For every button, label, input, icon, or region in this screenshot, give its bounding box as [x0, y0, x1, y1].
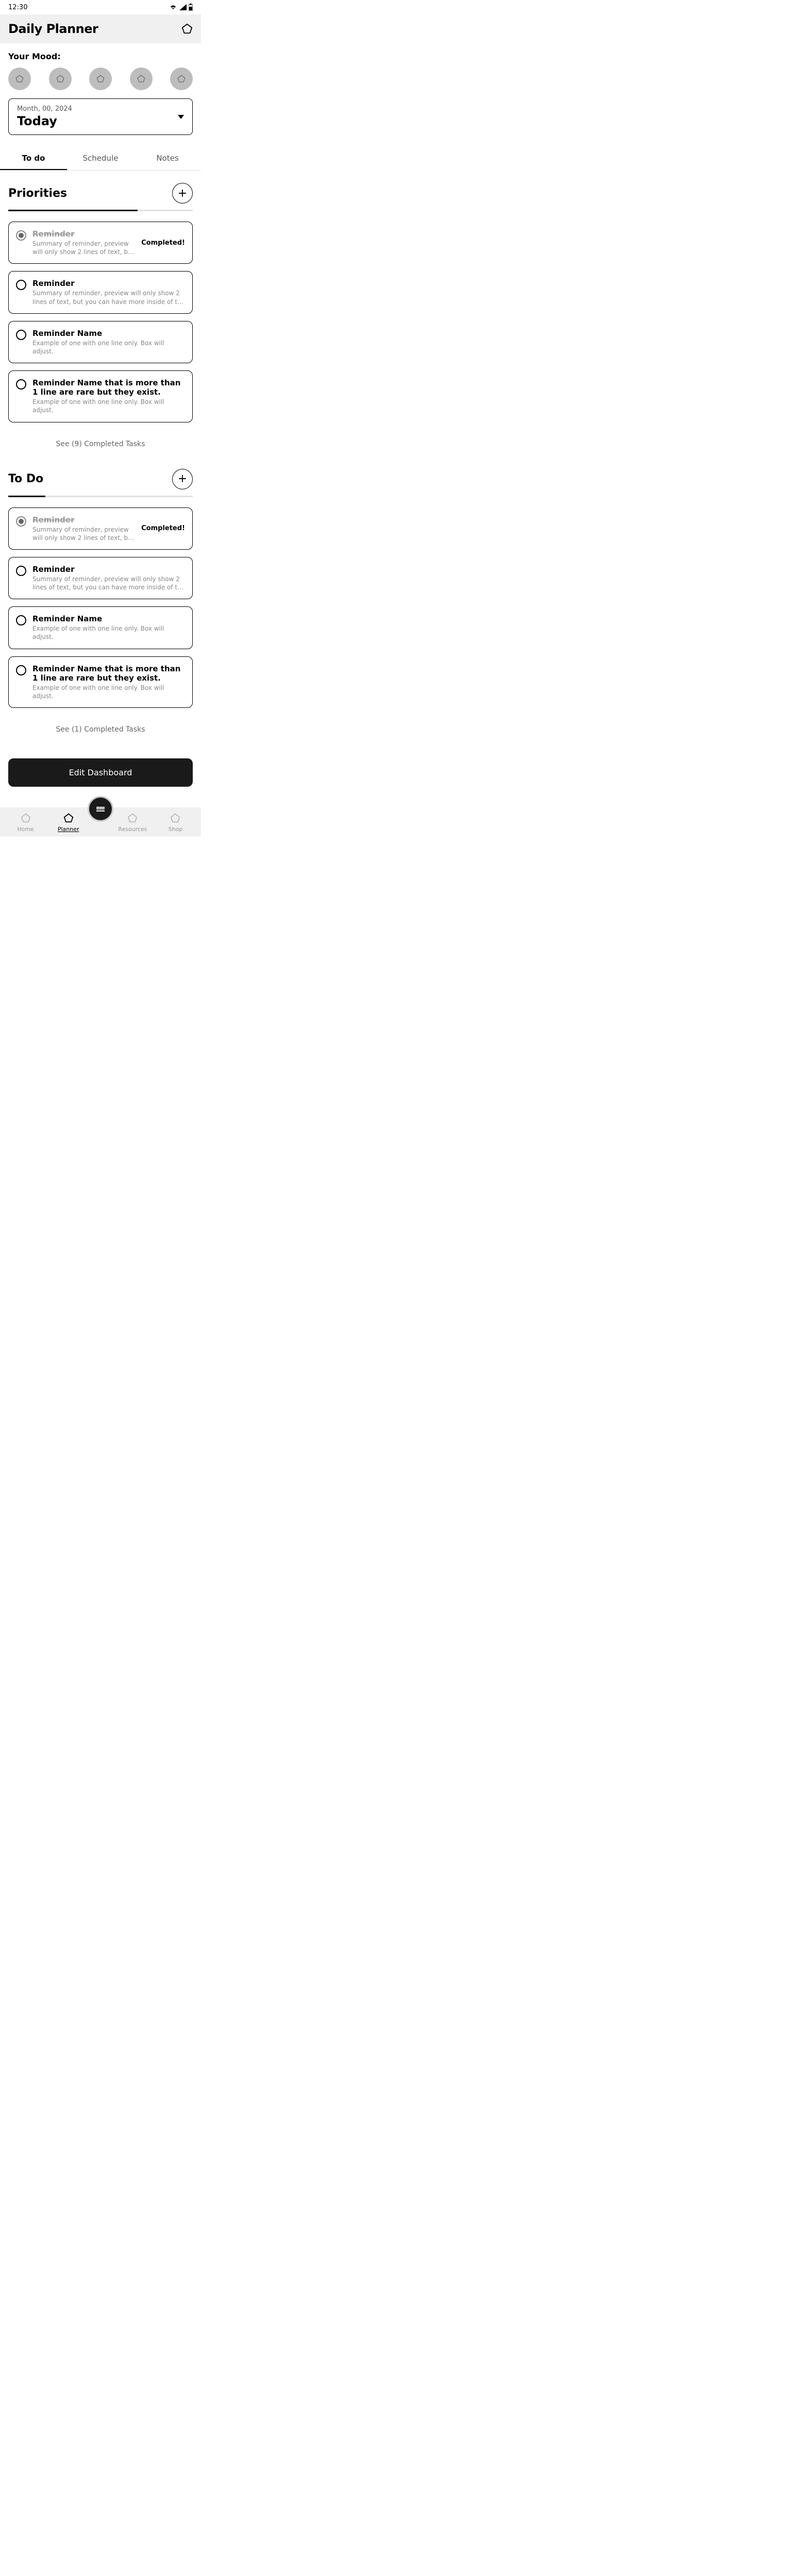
task-radio[interactable]	[16, 516, 26, 527]
task-status: Completed!	[141, 239, 185, 247]
date-small: Month, 00, 2024	[17, 105, 72, 113]
task-item[interactable]: Reminder Name Example of one with one li…	[8, 606, 193, 649]
task-group: To Do + Reminder Summary of reminder, pr…	[0, 456, 201, 742]
task-item[interactable]: Reminder Summary of reminder, preview wi…	[8, 222, 193, 264]
pentagon-icon	[177, 74, 186, 83]
pentagon-icon	[96, 74, 105, 83]
task-item[interactable]: Reminder Name Example of one with one li…	[8, 321, 193, 363]
chevron-down-icon	[178, 115, 184, 119]
task-radio[interactable]	[16, 615, 26, 625]
mood-row	[8, 67, 193, 90]
wifi-icon	[169, 4, 177, 10]
task-item[interactable]: Reminder Name that is more than 1 line a…	[8, 370, 193, 422]
task-summary: Example of one with one line only. Box w…	[32, 624, 185, 641]
task-summary: Summary of reminder, preview will only s…	[32, 289, 185, 306]
progress-bar	[8, 210, 193, 211]
task-item[interactable]: Reminder Summary of reminder, preview wi…	[8, 557, 193, 599]
task-summary: Summary of reminder, preview will only s…	[32, 526, 135, 542]
edit-dashboard-button[interactable]: Edit Dashboard	[8, 758, 193, 787]
nav-resources[interactable]: Resources	[111, 812, 154, 833]
bottom-wrap: Home Planner Resources Shop	[0, 807, 201, 837]
add-task-button[interactable]: +	[172, 183, 193, 204]
task-summary: Example of one with one line only. Box w…	[32, 684, 185, 700]
task-item[interactable]: Reminder Name that is more than 1 line a…	[8, 656, 193, 708]
signal-icon	[179, 4, 187, 10]
mood-option-5[interactable]	[170, 67, 193, 90]
tab-schedule[interactable]: Schedule	[67, 147, 134, 170]
date-picker[interactable]: Month, 00, 2024 Today	[8, 98, 193, 135]
tabs: To do Schedule Notes	[0, 147, 201, 171]
see-completed-link[interactable]: See (1) Completed Tasks	[8, 715, 193, 738]
add-task-button[interactable]: +	[172, 469, 193, 489]
task-title: Reminder Name	[32, 614, 185, 623]
pentagon-icon	[137, 74, 146, 83]
pentagon-icon[interactable]	[181, 23, 193, 35]
status-time: 12:30	[8, 4, 27, 11]
task-title: Reminder	[32, 229, 135, 239]
task-group: Priorities + Reminder Summary of reminde…	[0, 171, 201, 456]
nav-label: Shop	[169, 826, 183, 833]
pentagon-icon	[56, 74, 65, 83]
task-title: Reminder	[32, 515, 135, 524]
task-title: Reminder Name that is more than 1 line a…	[32, 378, 185, 397]
nav-label: Home	[17, 826, 34, 833]
pentagon-icon	[127, 812, 138, 824]
mood-option-4[interactable]	[130, 67, 153, 90]
pentagon-icon	[20, 812, 31, 824]
tab-todo[interactable]: To do	[0, 147, 67, 170]
status-bar: 12:30	[0, 0, 201, 14]
progress-bar	[8, 496, 193, 497]
task-summary: Summary of reminder, preview will only s…	[32, 240, 135, 256]
mood-option-1[interactable]	[8, 67, 31, 90]
tab-notes[interactable]: Notes	[134, 147, 201, 170]
pentagon-icon	[15, 74, 24, 83]
date-big: Today	[17, 114, 72, 128]
battery-icon	[189, 4, 193, 11]
task-status: Completed!	[141, 524, 185, 532]
see-completed-link[interactable]: See (9) Completed Tasks	[8, 430, 193, 452]
task-item[interactable]: Reminder Summary of reminder, preview wi…	[8, 507, 193, 550]
app-header: Daily Planner	[0, 14, 201, 43]
task-title: Reminder	[32, 279, 185, 288]
page-title: Daily Planner	[8, 22, 98, 36]
mood-option-2[interactable]	[49, 67, 72, 90]
task-summary: Example of one with one line only. Box w…	[32, 339, 185, 355]
task-title: Reminder Name	[32, 329, 185, 338]
status-icons	[169, 4, 193, 11]
task-summary: Example of one with one line only. Box w…	[32, 398, 185, 414]
task-title: Reminder	[32, 565, 185, 574]
task-radio[interactable]	[16, 566, 26, 576]
task-radio[interactable]	[16, 280, 26, 290]
task-radio[interactable]	[16, 379, 26, 389]
mood-label: Your Mood:	[8, 52, 193, 61]
group-title: Priorities	[8, 187, 67, 200]
pentagon-icon	[170, 812, 181, 824]
mood-section: Your Mood:	[0, 43, 201, 98]
task-title: Reminder Name that is more than 1 line a…	[32, 664, 185, 683]
fab-menu-button[interactable]	[88, 796, 113, 822]
task-radio[interactable]	[16, 330, 26, 340]
task-item[interactable]: Reminder Summary of reminder, preview wi…	[8, 271, 193, 313]
task-radio[interactable]	[16, 665, 26, 675]
pentagon-icon	[63, 812, 74, 824]
nav-home[interactable]: Home	[4, 812, 47, 833]
nav-label: Resources	[118, 826, 147, 833]
group-title: To Do	[8, 472, 43, 485]
task-summary: Summary of reminder, preview will only s…	[32, 575, 185, 591]
nav-shop[interactable]: Shop	[154, 812, 197, 833]
nav-label: Planner	[58, 826, 79, 833]
task-radio[interactable]	[16, 230, 26, 241]
mood-option-3[interactable]	[89, 67, 112, 90]
nav-planner[interactable]: Planner	[47, 812, 90, 833]
